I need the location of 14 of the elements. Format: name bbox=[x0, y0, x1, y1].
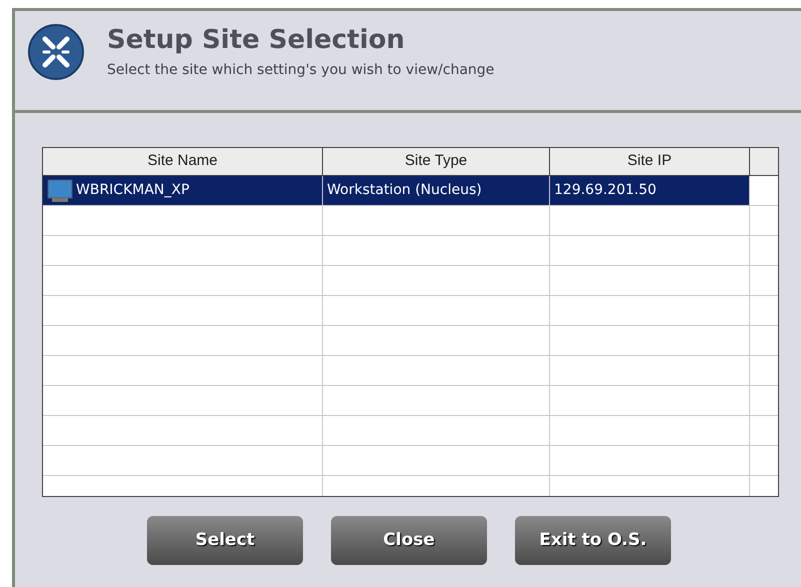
column-header[interactable]: Site IP bbox=[550, 148, 750, 176]
table-cell-text: WBRICKMAN_XP bbox=[76, 181, 190, 200]
table-cell-text: Workstation (Nucleus) bbox=[327, 181, 482, 200]
column-header[interactable]: Site Name bbox=[43, 148, 323, 176]
dialog-title: Setup Site Selection bbox=[107, 24, 406, 56]
dialog-subtitle: Select the site which setting's you wish to view/change bbox=[107, 61, 494, 80]
computer-icon bbox=[47, 178, 73, 202]
logo-icon bbox=[27, 23, 85, 81]
table-row[interactable]: WBRICKMAN_XP Workstation (Nucleus) 129.69.201.50 bbox=[43, 176, 778, 206]
column-header[interactable]: Site Type bbox=[323, 148, 550, 176]
action-button[interactable]: Select bbox=[147, 516, 303, 565]
table-cell-text: 129.69.201.50 bbox=[554, 181, 656, 200]
action-button[interactable]: Close bbox=[331, 516, 487, 565]
action-button[interactable]: Exit to O.S. bbox=[515, 516, 671, 565]
